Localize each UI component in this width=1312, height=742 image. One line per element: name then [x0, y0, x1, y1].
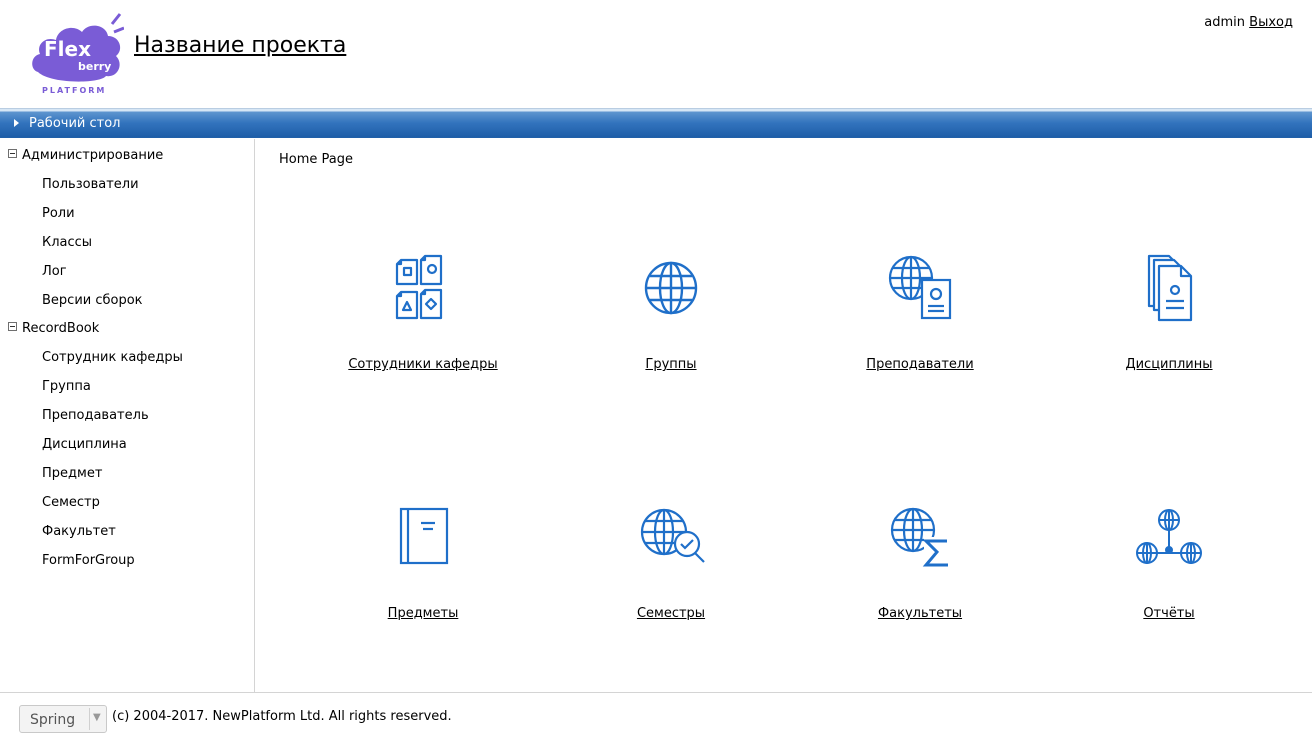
- book-icon[interactable]: [383, 497, 463, 577]
- tile-label[interactable]: Факультеты: [795, 606, 1045, 621]
- tile-teachers[interactable]: Преподаватели: [795, 248, 1045, 372]
- tile-faculties[interactable]: Факультеты: [795, 497, 1045, 621]
- theme-select[interactable]: Spring ▼: [19, 705, 107, 733]
- tile-label[interactable]: Семестры: [546, 606, 796, 621]
- sidebar-item-log[interactable]: Лог: [42, 264, 67, 279]
- svg-text:PLATFORM: PLATFORM: [42, 86, 106, 95]
- sidebar-group-admin[interactable]: Администрирование: [8, 148, 163, 163]
- svg-text:Flex: Flex: [44, 37, 91, 61]
- tile-label[interactable]: Группы: [546, 357, 796, 372]
- globe-sigma-icon[interactable]: [880, 497, 960, 577]
- sidebar-group-label: RecordBook: [22, 321, 100, 336]
- documents-shapes-icon[interactable]: [383, 248, 463, 328]
- tile-label[interactable]: Сотрудники кафедры: [298, 357, 548, 372]
- divider: [89, 708, 90, 730]
- sidebar-item-discipline[interactable]: Дисциплина: [42, 437, 127, 452]
- collapse-icon[interactable]: [8, 322, 17, 331]
- theme-select-value: Spring: [30, 712, 76, 728]
- sidebar-group-label: Администрирование: [22, 148, 164, 163]
- chevron-down-icon[interactable]: ▼: [93, 712, 101, 723]
- sidebar-item-roles[interactable]: Роли: [42, 206, 75, 221]
- tile-semesters[interactable]: Семестры: [546, 497, 796, 621]
- desktop-bar-label: Рабочий стол: [29, 116, 121, 131]
- sidebar-item-classes[interactable]: Классы: [42, 235, 92, 250]
- header: Flex berry PLATFORM Название проекта adm…: [0, 0, 1312, 108]
- sidebar-item-faculty[interactable]: Факультет: [42, 524, 116, 539]
- project-title[interactable]: Название проекта: [134, 33, 346, 58]
- sidebar-item-build-versions[interactable]: Версии сборок: [42, 293, 143, 308]
- sidebar: Администрирование Пользователи Роли Клас…: [0, 139, 255, 692]
- copyright: (c) 2004-2017. NewPlatform Ltd. All righ…: [112, 709, 452, 724]
- user-name: admin: [1204, 15, 1246, 30]
- sidebar-item-users[interactable]: Пользователи: [42, 177, 139, 192]
- tile-label[interactable]: Дисциплины: [1044, 357, 1294, 372]
- logout-link[interactable]: Выход: [1249, 15, 1293, 30]
- sidebar-item-formforgroup[interactable]: FormForGroup: [42, 553, 135, 568]
- sidebar-item-department-employee[interactable]: Сотрудник кафедры: [42, 350, 183, 365]
- tile-label[interactable]: Преподаватели: [795, 357, 1045, 372]
- caret-right-icon: [14, 119, 19, 127]
- globe-icon[interactable]: [631, 248, 711, 328]
- tile-groups[interactable]: Группы: [546, 248, 796, 372]
- desktop-bar[interactable]: Рабочий стол: [0, 108, 1312, 138]
- tile-reports[interactable]: Отчёты: [1044, 497, 1294, 621]
- footer: Spring ▼ (c) 2004-2017. NewPlatform Ltd.…: [0, 692, 1312, 742]
- breadcrumb: Home Page: [279, 152, 353, 167]
- sidebar-group-recordbook[interactable]: RecordBook: [8, 321, 99, 336]
- collapse-icon[interactable]: [8, 149, 17, 158]
- tile-department-employees[interactable]: Сотрудники кафедры: [298, 248, 548, 372]
- sidebar-item-group[interactable]: Группа: [42, 379, 91, 394]
- sidebar-item-subject[interactable]: Предмет: [42, 466, 102, 481]
- tile-label[interactable]: Отчёты: [1044, 606, 1294, 621]
- sidebar-item-semester[interactable]: Семестр: [42, 495, 100, 510]
- tile-disciplines[interactable]: Дисциплины: [1044, 248, 1294, 372]
- tile-label[interactable]: Предметы: [298, 606, 548, 621]
- flexberry-logo[interactable]: Flex berry PLATFORM: [28, 10, 124, 98]
- globe-search-icon[interactable]: [631, 497, 711, 577]
- tile-subjects[interactable]: Предметы: [298, 497, 548, 621]
- sidebar-item-teacher[interactable]: Преподаватель: [42, 408, 149, 423]
- document-stack-icon[interactable]: [1129, 248, 1209, 328]
- globe-badge-icon[interactable]: [880, 248, 960, 328]
- user-box: admin Выход: [1204, 15, 1293, 30]
- globe-network-icon[interactable]: [1129, 497, 1209, 577]
- svg-text:berry: berry: [78, 60, 111, 73]
